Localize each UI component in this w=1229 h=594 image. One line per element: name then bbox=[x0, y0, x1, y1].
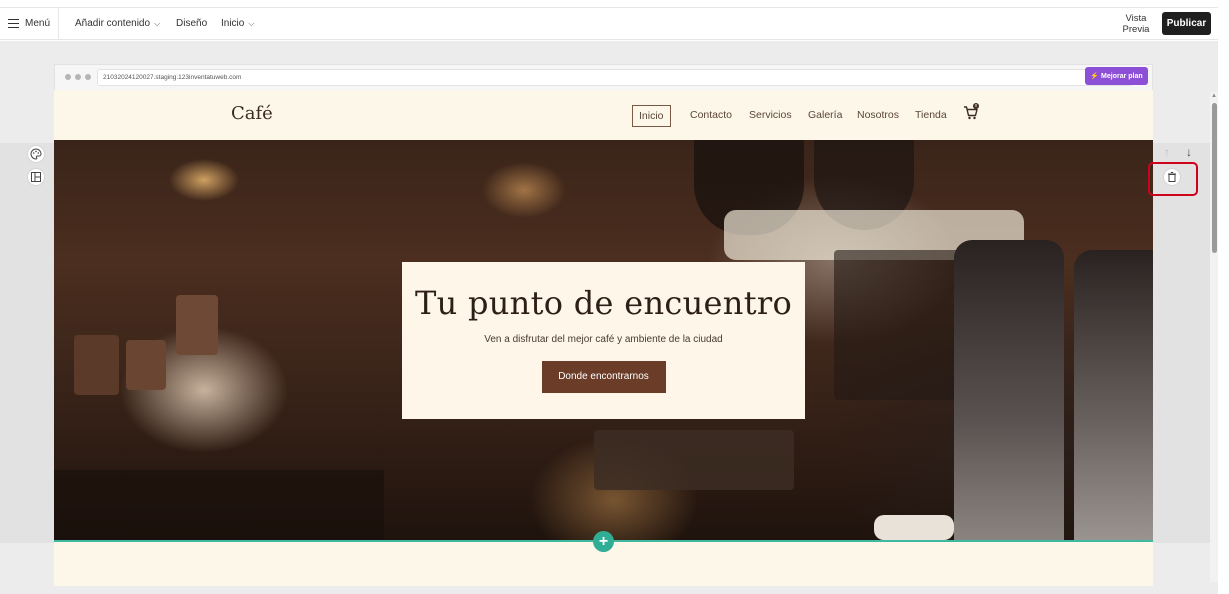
hero-title[interactable]: Tu punto de encuentro bbox=[402, 284, 805, 322]
browser-preview-bar: 21032024120027.staging.123inventatuweb.c… bbox=[54, 64, 1153, 90]
nav-item-tienda[interactable]: Tienda bbox=[915, 105, 947, 125]
preview-label-line1: Vista bbox=[1125, 12, 1147, 24]
page-selector-dropdown[interactable]: Inicio ⌵ bbox=[221, 8, 254, 39]
layout-icon bbox=[31, 172, 41, 182]
bg-grinder-right-shape bbox=[1074, 250, 1153, 540]
bg-frame-shape bbox=[74, 335, 119, 395]
page-selector-label: Inicio bbox=[221, 18, 245, 29]
section-layout-button[interactable] bbox=[27, 168, 45, 186]
nav-item-inicio[interactable]: Inicio bbox=[632, 105, 671, 127]
hero-cta-button[interactable]: Donde encontrarnos bbox=[541, 361, 666, 393]
scroll-up-icon[interactable]: ▲ bbox=[1211, 93, 1217, 99]
preview-label-line2: Previa bbox=[1122, 23, 1150, 35]
chevron-down-icon: ⌵ bbox=[154, 18, 161, 28]
arrow-up-icon[interactable]: ↑ bbox=[1164, 145, 1170, 159]
hero-subtitle[interactable]: Ven a disfrutar del mejor café y ambient… bbox=[402, 334, 805, 345]
site-header[interactable]: Café Inicio Contacto Servicios Galería N… bbox=[54, 90, 1153, 140]
editor-toolbar: Menú Añadir contenido ⌵ Diseño Inicio ⌵ … bbox=[0, 7, 1218, 40]
nav-item-contacto[interactable]: Contacto bbox=[690, 105, 732, 125]
hero-card[interactable]: Tu punto de encuentro Ven a disfrutar de… bbox=[402, 262, 805, 419]
section-gutter-right bbox=[1153, 143, 1218, 543]
bg-machine-shape bbox=[834, 250, 964, 400]
preview-button[interactable]: Vista Previa bbox=[1116, 8, 1156, 39]
window-dots-icon bbox=[65, 74, 91, 80]
nav-item-galeria[interactable]: Galería bbox=[808, 105, 842, 125]
arrow-down-icon[interactable]: ↓ bbox=[1186, 145, 1192, 159]
add-content-dropdown[interactable]: Añadir contenido ⌵ bbox=[75, 8, 160, 39]
hamburger-icon bbox=[8, 19, 19, 28]
publish-button[interactable]: Publicar bbox=[1162, 12, 1211, 35]
design-button[interactable]: Diseño bbox=[176, 8, 207, 39]
design-label: Diseño bbox=[176, 18, 208, 29]
bg-cup-shape bbox=[874, 515, 954, 540]
bg-machine-base-shape bbox=[594, 430, 794, 490]
bg-grinder-right-shape bbox=[954, 240, 1064, 540]
scrollbar-thumb[interactable] bbox=[1212, 103, 1217, 253]
add-content-label: Añadir contenido bbox=[75, 18, 151, 29]
menu-button[interactable]: Menú bbox=[8, 8, 50, 39]
plus-icon: + bbox=[598, 533, 609, 550]
menu-label: Menú bbox=[25, 18, 51, 29]
section-style-button[interactable] bbox=[27, 145, 45, 163]
palette-icon bbox=[30, 148, 42, 160]
upgrade-plan-button[interactable]: ⚡ Mejorar plan bbox=[1085, 67, 1148, 85]
section-gutter-left bbox=[0, 143, 54, 543]
chevron-down-icon: ⌵ bbox=[248, 18, 255, 28]
nav-item-nosotros[interactable]: Nosotros bbox=[857, 105, 899, 125]
nav-item-servicios[interactable]: Servicios bbox=[749, 105, 792, 125]
upgrade-plan-label: Mejorar plan bbox=[1101, 72, 1143, 80]
bg-frame-shape bbox=[126, 340, 166, 390]
cart-count-badge: 0 bbox=[973, 103, 979, 109]
cart-icon[interactable]: 0 bbox=[963, 103, 979, 121]
site-url: 21032024120027.staging.123inventatuweb.c… bbox=[97, 69, 1133, 86]
bg-frame-shape bbox=[176, 295, 218, 355]
bg-counter-shape bbox=[54, 470, 384, 540]
hero-section[interactable]: Tu punto de encuentro Ven a disfrutar de… bbox=[54, 140, 1153, 540]
site-logo[interactable]: Café bbox=[231, 103, 273, 124]
delete-highlight-box bbox=[1148, 162, 1198, 196]
toolbar-divider bbox=[58, 8, 59, 39]
lightning-icon: ⚡ bbox=[1090, 73, 1100, 80]
add-section-button[interactable]: + bbox=[593, 531, 614, 552]
